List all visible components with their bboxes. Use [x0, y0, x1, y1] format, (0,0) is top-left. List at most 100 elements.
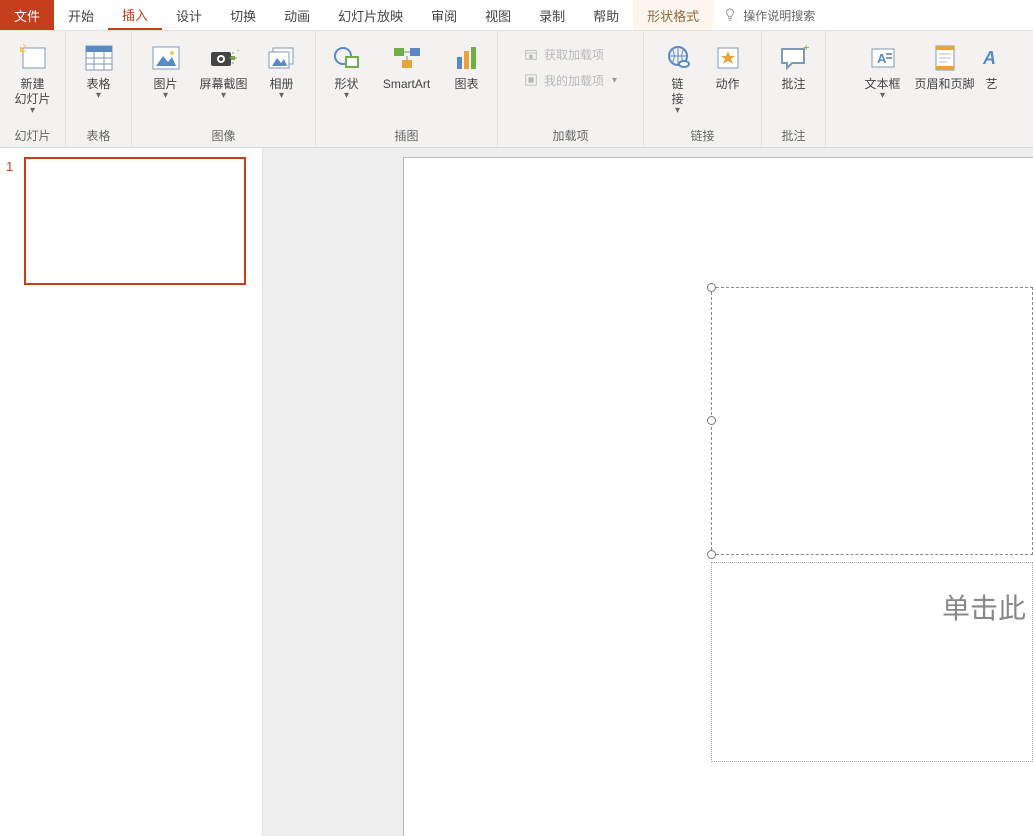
caret-down-icon: ▾ [96, 90, 101, 101]
wordart-icon: A [975, 41, 1009, 75]
tab-home[interactable]: 开始 [54, 0, 108, 30]
caret-down-icon: ▾ [279, 90, 284, 101]
action-button[interactable]: 动作 [703, 37, 753, 121]
table-icon [82, 41, 116, 75]
screenshot-button[interactable]: + 屏幕截图 ▾ [194, 37, 254, 121]
comment-icon: + [777, 41, 811, 75]
comment-label: 批注 [781, 77, 805, 92]
header-footer-icon [928, 41, 962, 75]
svg-text:A: A [982, 48, 996, 68]
slide[interactable]: 单击此 [403, 157, 1033, 836]
screenshot-icon: + [207, 41, 241, 75]
thumbnail-slide-1[interactable] [24, 157, 246, 285]
resize-handle-icon[interactable] [707, 550, 716, 559]
link-label: 链 接 [671, 77, 683, 107]
group-addins-label: 加载项 [498, 127, 643, 144]
svg-text:A: A [877, 51, 887, 66]
tab-shape-format[interactable]: 形状格式 [633, 0, 713, 30]
addins-icon [524, 73, 538, 87]
caret-down-icon: ▾ [880, 90, 885, 101]
group-tables-label: 表格 [66, 127, 131, 144]
new-slide-label: 新建 幻灯片 [14, 77, 50, 107]
svg-text:+: + [237, 46, 239, 57]
tab-file[interactable]: 文件 [0, 0, 54, 30]
group-addins: 获取加载项 我的加载项 ▾ 加载项 [498, 31, 644, 147]
tab-slideshow[interactable]: 幻灯片放映 [324, 0, 417, 30]
get-addins-button: 获取加载项 [520, 43, 621, 65]
group-tables: 表格 ▾ 表格 [66, 31, 132, 147]
wordart-button[interactable]: A 艺 [980, 37, 1004, 121]
tab-bar: 文件 开始 插入 设计 切换 动画 幻灯片放映 审阅 视图 录制 帮助 形状格式… [0, 0, 1033, 31]
picture-button[interactable]: 图片 ▾ [138, 37, 194, 121]
new-slide-button[interactable]: 新建 幻灯片 ▾ [5, 37, 61, 121]
group-links: 链 接 ▾ 动作 链接 [644, 31, 762, 147]
table-button[interactable]: 表格 ▾ [71, 37, 127, 121]
subtitle-placeholder-text: 单击此 [942, 587, 1026, 627]
picture-icon [149, 41, 183, 75]
thumbnail-row[interactable]: 1 [0, 157, 262, 285]
resize-handle-icon[interactable] [707, 283, 716, 292]
smartart-icon [390, 41, 424, 75]
tab-view[interactable]: 视图 [471, 0, 525, 30]
subtitle-placeholder[interactable]: 单击此 [711, 562, 1033, 762]
thumbnail-number: 1 [6, 157, 24, 285]
header-footer-label: 页眉和页脚 [914, 77, 974, 92]
tell-me-search[interactable]: 操作说明搜索 [713, 0, 825, 30]
tab-design[interactable]: 设计 [162, 0, 216, 30]
group-images: 图片 ▾ + 屏幕截图 ▾ 相册 ▾ 图像 [132, 31, 316, 147]
caret-down-icon: ▾ [221, 90, 226, 101]
thumbnail-panel[interactable]: 1 [0, 148, 263, 836]
wordart-label: 艺 [985, 77, 997, 92]
textbox-button[interactable]: A 文本框 ▾ [856, 37, 910, 121]
slide-canvas[interactable]: 单击此 [263, 148, 1033, 836]
tab-insert[interactable]: 插入 [108, 0, 162, 30]
chart-label: 图表 [454, 77, 478, 92]
link-icon [661, 41, 695, 75]
store-icon [524, 47, 538, 61]
action-label: 动作 [715, 77, 739, 92]
tell-me-label: 操作说明搜索 [743, 7, 815, 24]
chart-button[interactable]: 图表 [439, 37, 495, 121]
caret-down-icon: ▾ [344, 90, 349, 101]
group-links-label: 链接 [644, 127, 761, 144]
tab-animations[interactable]: 动画 [270, 0, 324, 30]
header-footer-button[interactable]: 页眉和页脚 [910, 37, 980, 121]
title-placeholder[interactable] [711, 287, 1033, 555]
group-comments: + 批注 批注 [762, 31, 826, 147]
ribbon: 新建 幻灯片 ▾ 幻灯片 表格 ▾ 表格 图片 ▾ [0, 31, 1033, 148]
lightbulb-icon [723, 8, 737, 22]
caret-down-icon: ▾ [30, 105, 35, 116]
comment-button[interactable]: + 批注 [766, 37, 822, 121]
my-addins-button: 我的加载项 ▾ [520, 69, 621, 91]
tab-record[interactable]: 录制 [525, 0, 579, 30]
group-images-label: 图像 [132, 127, 315, 144]
caret-down-icon: ▾ [675, 105, 680, 116]
group-comments-label: 批注 [762, 127, 825, 144]
shapes-button[interactable]: 形状 ▾ [319, 37, 375, 121]
action-icon [711, 41, 745, 75]
group-illustrations-label: 插图 [316, 127, 497, 144]
album-icon [265, 41, 299, 75]
caret-down-icon: ▾ [612, 75, 617, 86]
album-button[interactable]: 相册 ▾ [254, 37, 310, 121]
textbox-icon: A [866, 41, 900, 75]
smartart-button[interactable]: SmartArt [375, 37, 439, 121]
tab-transitions[interactable]: 切换 [216, 0, 270, 30]
shapes-icon [330, 41, 364, 75]
workspace: 1 单击此 [0, 148, 1033, 836]
resize-handle-icon[interactable] [707, 416, 716, 425]
link-button[interactable]: 链 接 ▾ [653, 37, 703, 121]
group-illustrations: 形状 ▾ SmartArt 图表 插图 [316, 31, 498, 147]
group-slides: 新建 幻灯片 ▾ 幻灯片 [0, 31, 66, 147]
new-slide-icon [16, 41, 50, 75]
svg-text:+: + [803, 45, 809, 54]
my-addins-label: 我的加载项 [544, 72, 604, 89]
smartart-label: SmartArt [383, 77, 430, 92]
group-slides-label: 幻灯片 [0, 127, 65, 144]
get-addins-label: 获取加载项 [544, 46, 604, 63]
group-text: A 文本框 ▾ 页眉和页脚 A 艺 [826, 31, 1033, 147]
caret-down-icon: ▾ [163, 90, 168, 101]
tab-review[interactable]: 审阅 [417, 0, 471, 30]
tab-help[interactable]: 帮助 [579, 0, 633, 30]
chart-icon [450, 41, 484, 75]
